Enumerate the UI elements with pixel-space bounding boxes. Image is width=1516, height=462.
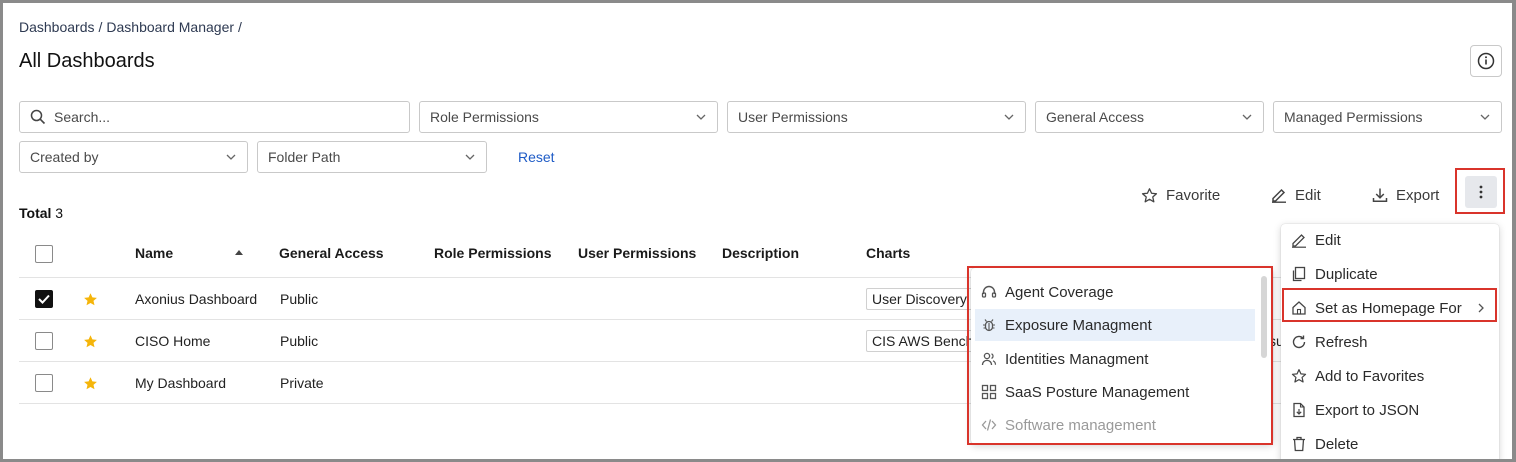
menu-item-refresh[interactable]: Refresh	[1281, 326, 1499, 358]
checkmark-icon	[38, 294, 50, 304]
favorite-button[interactable]: Favorite	[1141, 181, 1220, 209]
menu-item-label: Edit	[1315, 231, 1341, 249]
breadcrumb-separator: /	[98, 19, 103, 35]
chevron-down-icon	[1003, 111, 1015, 123]
breadcrumb-separator: /	[238, 19, 242, 35]
column-header-charts[interactable]: Charts	[866, 245, 910, 261]
breadcrumb: Dashboards / Dashboard Manager /	[19, 19, 242, 35]
managed-permissions-label: Managed Permissions	[1284, 109, 1423, 125]
edit-label: Edit	[1295, 186, 1321, 204]
star-filled-icon[interactable]	[83, 376, 98, 391]
search-input[interactable]	[54, 109, 399, 125]
breadcrumb-dashboard-manager[interactable]: Dashboard Manager	[106, 19, 234, 35]
row-checkbox[interactable]	[35, 374, 53, 392]
breadcrumb-dashboards[interactable]: Dashboards	[19, 19, 95, 35]
menu-item-delete[interactable]: Delete	[1281, 428, 1499, 459]
menu-item-add-to-favorites[interactable]: Add to Favorites	[1281, 360, 1499, 392]
app-frame: Dashboards / Dashboard Manager / All Das…	[3, 3, 1512, 459]
menu-item-duplicate[interactable]: Duplicate	[1281, 258, 1499, 290]
row-name-link[interactable]: My Dashboard	[135, 375, 226, 391]
more-actions-menu: Edit Duplicate Set as Homepage For Refre…	[1281, 224, 1499, 459]
info-icon	[1477, 52, 1495, 70]
role-permissions-label: Role Permissions	[430, 109, 539, 125]
star-outline-icon	[1141, 187, 1158, 202]
role-permissions-select[interactable]: Role Permissions	[419, 101, 718, 133]
chevron-down-icon	[1479, 111, 1491, 123]
sort-asc-icon	[235, 250, 244, 255]
folder-path-select[interactable]: Folder Path	[257, 141, 487, 173]
created-by-label: Created by	[30, 149, 99, 165]
menu-item-label: Export to JSON	[1315, 401, 1420, 419]
column-header-user-permissions[interactable]: User Permissions	[578, 245, 696, 261]
column-header-general-access[interactable]: General Access	[279, 245, 384, 261]
star-filled-icon[interactable]	[83, 334, 98, 349]
general-access-select[interactable]: General Access	[1035, 101, 1264, 133]
column-header-role-permissions[interactable]: Role Permissions	[434, 245, 552, 261]
chevron-down-icon	[464, 151, 476, 163]
menu-item-label: Duplicate	[1315, 265, 1378, 283]
chevron-down-icon	[695, 111, 707, 123]
row-general-access: Private	[280, 375, 324, 391]
row-name-link[interactable]: CISO Home	[135, 333, 210, 349]
refresh-icon	[1292, 335, 1306, 349]
more-actions-highlight	[1455, 168, 1505, 214]
trash-icon	[1293, 436, 1305, 452]
export-label: Export	[1396, 186, 1440, 204]
download-icon	[1372, 188, 1388, 203]
managed-permissions-select[interactable]: Managed Permissions	[1273, 101, 1502, 133]
page-title: All Dashboards	[19, 50, 155, 72]
chart-chip: User Discovery	[866, 288, 973, 310]
row-checkbox[interactable]	[35, 332, 53, 350]
row-general-access: Public	[280, 333, 319, 349]
column-header-name[interactable]: Name	[135, 245, 244, 261]
user-permissions-label: User Permissions	[738, 109, 848, 125]
total-count: Total 3	[19, 205, 63, 221]
menu-item-label: Delete	[1315, 435, 1359, 453]
search-icon	[30, 109, 46, 125]
search-field[interactable]	[19, 101, 410, 133]
general-access-label: General Access	[1046, 109, 1145, 125]
reset-button[interactable]: Reset	[518, 149, 555, 165]
menu-item-label: Add to Favorites	[1315, 367, 1425, 385]
favorite-label: Favorite	[1166, 186, 1221, 204]
row-name-link[interactable]: Axonius Dashboard	[135, 291, 257, 307]
edit-button[interactable]: Edit	[1271, 181, 1321, 209]
star-filled-icon[interactable]	[83, 292, 98, 307]
row-checkbox[interactable]	[35, 290, 53, 308]
row-general-access: Public	[280, 291, 319, 307]
file-export-icon	[1293, 402, 1305, 418]
total-label: Total	[19, 205, 52, 221]
submenu-highlight	[967, 266, 1273, 445]
total-value: 3	[55, 205, 64, 221]
pencil-icon	[1292, 234, 1306, 248]
menu-item-label: Refresh	[1315, 333, 1368, 351]
export-button[interactable]: Export	[1372, 181, 1439, 209]
chevron-down-icon	[1241, 111, 1253, 123]
select-all-checkbox[interactable]	[35, 245, 53, 263]
user-permissions-select[interactable]: User Permissions	[727, 101, 1026, 133]
folder-path-label: Folder Path	[268, 149, 341, 165]
kebab-icon	[1479, 185, 1483, 199]
set-as-homepage-highlight	[1282, 288, 1497, 322]
star-outline-icon	[1291, 369, 1307, 383]
info-button[interactable]	[1470, 45, 1502, 77]
created-by-select[interactable]: Created by	[19, 141, 248, 173]
menu-item-edit[interactable]: Edit	[1281, 224, 1499, 256]
copy-icon	[1292, 266, 1306, 282]
column-header-description[interactable]: Description	[722, 245, 799, 261]
pencil-icon	[1272, 188, 1286, 203]
column-header-name-label: Name	[135, 245, 174, 261]
chevron-down-icon	[225, 151, 237, 163]
more-actions-button[interactable]	[1465, 176, 1497, 208]
menu-item-export-to-json[interactable]: Export to JSON	[1281, 394, 1499, 426]
